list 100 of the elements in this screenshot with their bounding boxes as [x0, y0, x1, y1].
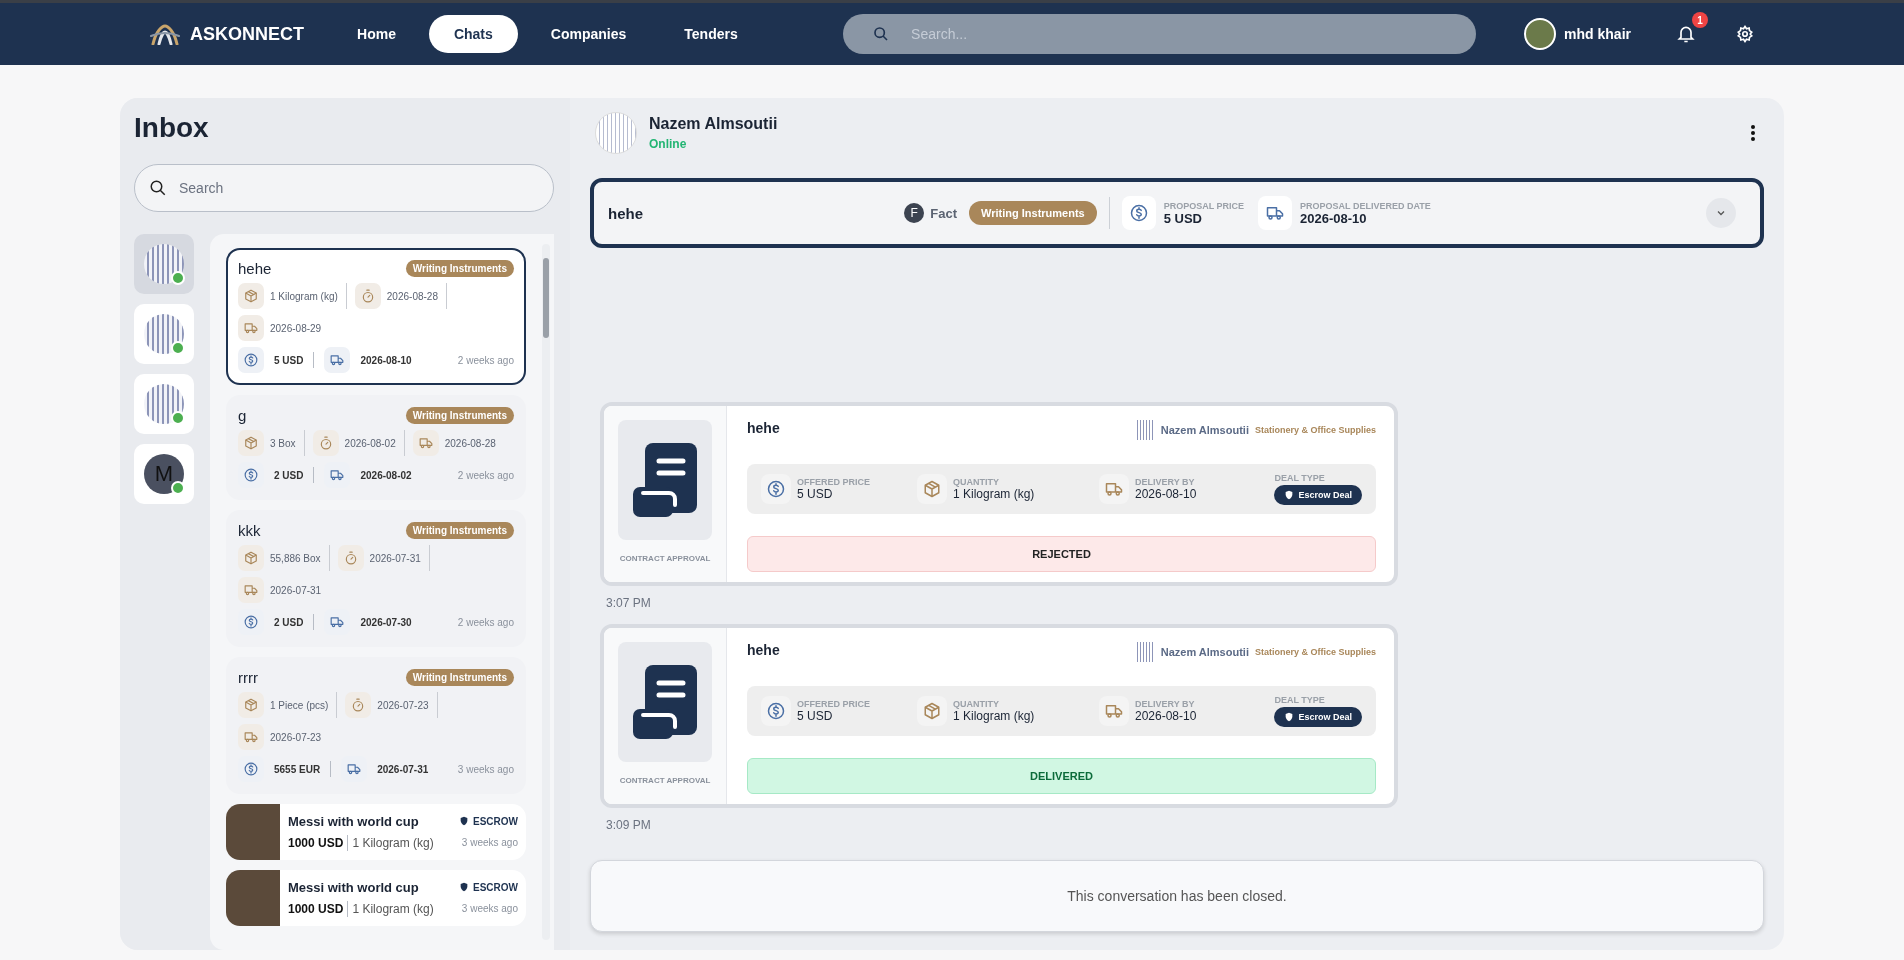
time-ago: 2 weeks ago: [457, 354, 514, 366]
field-value: 5 USD: [797, 709, 834, 723]
category-tag: Writing Instruments: [405, 669, 514, 686]
status-banner: REJECTED: [747, 536, 1376, 572]
field-value: 2026-08-10: [1300, 210, 1368, 226]
product-title: Messi with world cup: [288, 813, 419, 829]
bell-icon[interactable]: [1676, 24, 1696, 44]
price-text: 2 USD: [274, 616, 304, 628]
stopwatch-icon: [318, 436, 333, 450]
box-icon: [244, 698, 258, 712]
time-ago: 3 weeks ago: [461, 903, 518, 914]
inbox-search-field[interactable]: Search: [177, 179, 539, 197]
price-text: 2 USD: [274, 469, 304, 481]
dollar-icon: [767, 480, 785, 498]
time-ago: 2 weeks ago: [457, 469, 514, 481]
truck-icon: [244, 730, 258, 744]
search-field[interactable]: Search...: [909, 25, 1447, 43]
field-label: PROPOSAL PRICE: [1163, 200, 1245, 211]
document-icon: [633, 443, 697, 517]
field-label: QUANTITY: [953, 699, 1000, 709]
proposal-date-text: 2026-07-31: [377, 763, 429, 775]
truck-icon: [1105, 702, 1123, 720]
shield-icon: [459, 882, 469, 892]
nav-link[interactable]: Chats: [428, 15, 518, 53]
field-value: 1 Kilogram (kg): [953, 709, 1035, 723]
shield-icon: [1284, 712, 1295, 722]
sender-name: Nazem Almsoutii: [1160, 646, 1249, 658]
scrollbar[interactable]: [542, 244, 550, 940]
quantity-text: 55,886 Box: [270, 552, 321, 564]
delivery-date-text: 2026-07-23: [270, 731, 322, 743]
user-avatar[interactable]: [1524, 18, 1557, 50]
contact-avatar-button[interactable]: [134, 374, 194, 434]
contract-title: hehe: [747, 420, 780, 436]
card-caption: CONTRACT APPROVAL: [619, 776, 711, 785]
nav-link[interactable]: Companies: [525, 15, 652, 53]
contact-name: Nazem Almsoutii: [649, 115, 778, 133]
sender-category: Stationery & Office Supplies: [1254, 425, 1376, 435]
field-label: QUANTITY: [953, 477, 1000, 487]
search-icon: [873, 26, 890, 42]
nav-link[interactable]: Home: [332, 15, 421, 53]
category-tag: Writing Instruments: [405, 260, 514, 277]
settings-icon[interactable]: [1736, 25, 1754, 43]
stopwatch-icon: [351, 698, 366, 712]
conversation-card[interactable]: rrrr Writing Instruments 1 Piece (pcs) 2026-07-23 2026-07-23 5655 EUR 2026-07-31 3 weeks ago: [226, 657, 526, 794]
product-title: Messi with world cup: [288, 879, 419, 895]
conversation-card[interactable]: Messi with world cup ESCROW 1000 USD 1 Kilogram (kg) 3 weeks ago: [226, 804, 526, 860]
price-text: 5 USD: [274, 354, 304, 366]
status-banner: DELIVERED: [747, 758, 1376, 794]
contact-status: Online: [649, 137, 688, 151]
sender-name: Nazem Almsoutii: [1160, 424, 1249, 436]
inbox-search-bar[interactable]: Search: [134, 164, 554, 212]
field-value: 5 USD: [1163, 210, 1203, 226]
nav-link[interactable]: Tenders: [659, 15, 763, 53]
delivery-date-text: 2026-08-28: [444, 437, 496, 449]
contact-avatar-button[interactable]: [134, 234, 194, 294]
truck-icon: [1266, 204, 1285, 222]
card-caption: CONTRACT APPROVAL: [619, 554, 711, 563]
deadline-text: 2026-07-23: [377, 699, 429, 711]
dollar-icon: [244, 762, 258, 776]
more-icon[interactable]: [1750, 124, 1756, 142]
deadline-text: 2026-07-31: [369, 552, 421, 564]
quantity-text: 3 Box: [270, 437, 296, 449]
conversation-card[interactable]: g Writing Instruments 3 Box 2026-08-02 2026-08-28 2 USD 2026-08-02 2 weeks ago: [226, 395, 526, 500]
inbox-title: Inbox: [134, 112, 210, 144]
proposal-date-text: 2026-08-02: [360, 469, 412, 481]
conversation-card[interactable]: hehe Writing Instruments 1 Kilogram (kg) 2026-08-28 2026-08-29 5 USD 2026-08-10 2 weeks ago: [226, 248, 526, 385]
shield-icon: [459, 816, 469, 826]
conversation-title: hehe: [238, 260, 272, 277]
time-ago: 3 weeks ago: [457, 763, 514, 775]
proposal-date-text: 2026-07-30: [360, 616, 412, 628]
field-label: DEAL TYPE: [1274, 473, 1326, 483]
field-label: OFFERED PRICE: [797, 477, 870, 487]
company-name: Fact: [930, 205, 957, 221]
message-time: 3:09 PM: [606, 818, 652, 832]
dollar-icon: [244, 353, 258, 367]
field-value: 2026-08-10: [1135, 709, 1197, 723]
conversation-card[interactable]: kkk Writing Instruments 55,886 Box 2026-07-31 2026-07-31 2 USD 2026-07-30 2 weeks ago: [226, 510, 526, 647]
truck-icon: [347, 762, 362, 776]
quantity-text: 1 Kilogram (kg): [352, 835, 434, 850]
avatar-letter: M: [154, 461, 174, 487]
field-label: DELIVERY BY: [1135, 477, 1196, 487]
conversation-card[interactable]: Messi with world cup ESCROW 1000 USD 1 Kilogram (kg) 3 weeks ago: [226, 870, 526, 926]
brand-name: ASKONNECT: [190, 23, 304, 45]
field-value: 2026-08-10: [1135, 487, 1197, 501]
proposal-title: hehe: [608, 204, 643, 222]
contact-avatar-button[interactable]: [134, 304, 194, 364]
escrow-label: ESCROW: [473, 881, 518, 893]
photo-placeholder: [226, 870, 280, 926]
quantity-text: 1 Piece (pcs): [270, 699, 329, 711]
truck-icon: [330, 615, 345, 629]
quantity-text: 1 Kilogram (kg): [270, 290, 338, 302]
search-bar[interactable]: Search...: [843, 14, 1477, 54]
user-name[interactable]: mhd khair: [1564, 26, 1631, 42]
field-value: 5 USD: [797, 487, 834, 501]
price-text: 5655 EUR: [274, 763, 321, 775]
field-label: PROPOSAL DELIVERED DATE: [1300, 200, 1431, 211]
deal-type-badge: Escrow Deal: [1274, 485, 1362, 505]
truck-icon: [244, 321, 258, 335]
dollar-icon: [1129, 204, 1148, 222]
escrow-label: ESCROW: [473, 815, 518, 827]
